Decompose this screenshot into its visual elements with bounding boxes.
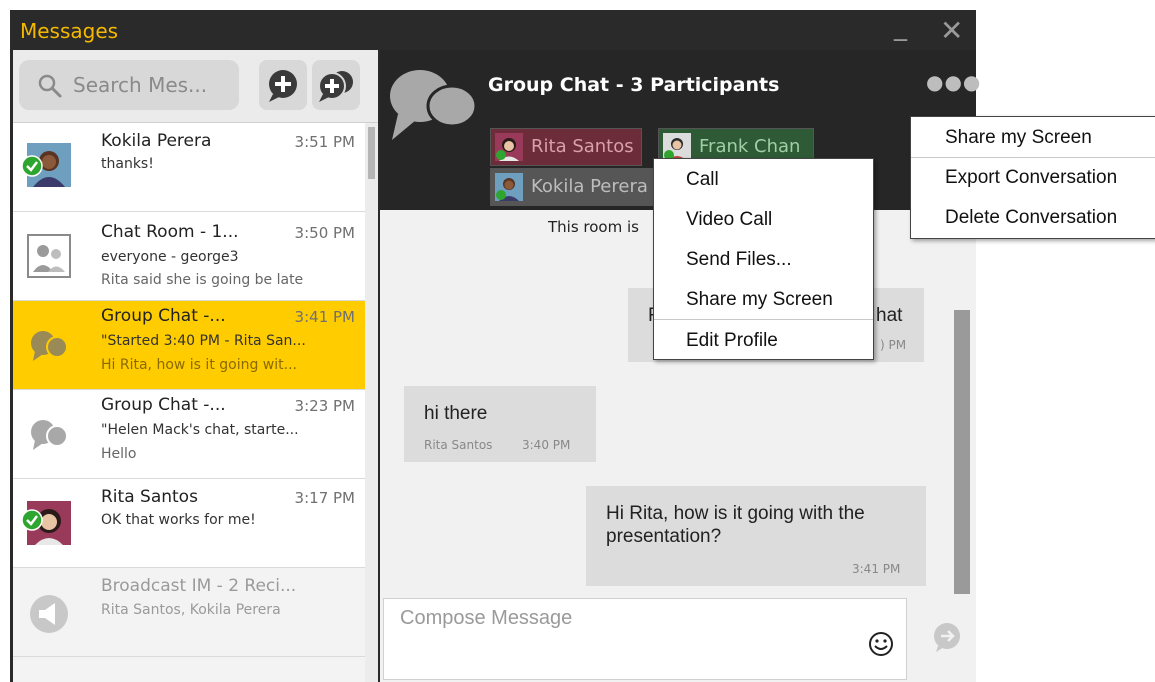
conversation-preview: "Helen Mack's chat, starte... — [101, 422, 299, 438]
conversation-last-message: Rita said she is going be late — [101, 272, 304, 288]
check-status-icon — [21, 509, 43, 531]
avatar — [495, 173, 523, 201]
plus-circle-icon — [269, 70, 297, 102]
message-text: hi there — [424, 403, 488, 424]
conversation-preview: "Started 3:40 PM - Rita San... — [101, 333, 306, 349]
menu-item-video-call[interactable]: Video Call — [686, 209, 772, 231]
message-bubble: Hi Rita, how is it going with the presen… — [586, 486, 926, 586]
message-bubble: hi there Rita Santos 3:40 PM — [404, 386, 596, 462]
menu-separator — [654, 319, 873, 320]
title-bar: Messages _ ✕ — [10, 10, 976, 50]
conversation-name: Rita Santos — [101, 487, 198, 507]
people-icon — [27, 234, 71, 278]
new-group-chat-button[interactable] — [312, 60, 360, 110]
participant-name: Frank Chan — [699, 136, 801, 157]
list-item[interactable]: Rita Santos 3:17 PM OK that works for me… — [13, 479, 365, 568]
close-icon[interactable]: ✕ — [940, 14, 963, 47]
participant-context-menu: Call Video Call Send Files... Share my S… — [653, 158, 874, 360]
conversation-last-message: Hello — [101, 446, 137, 462]
conversation-time: 3:17 PM — [294, 489, 355, 507]
message-time: 3:40 PM — [522, 438, 571, 452]
message-time: 3:41 PM — [852, 562, 901, 576]
menu-separator — [911, 157, 1155, 158]
window-title: Messages — [20, 19, 119, 43]
menu-item-share-screen[interactable]: Share my Screen — [686, 289, 833, 311]
chat-plus-icon — [318, 71, 353, 102]
room-notice: This room is — [548, 218, 639, 236]
conversation-preview: thanks! — [101, 156, 154, 172]
compose-area: Compose Message — [380, 594, 976, 682]
compose-placeholder: Compose Message — [400, 607, 573, 629]
megaphone-icon — [30, 595, 68, 633]
participant-chip[interactable]: Kokila Perera — [490, 168, 657, 206]
message-text: Hi Rita, how is it going with the presen… — [606, 503, 865, 547]
conversation-time: 3:23 PM — [294, 397, 355, 415]
menu-item-edit-profile[interactable]: Edit Profile — [686, 330, 778, 352]
list-scrollbar-thumb[interactable] — [368, 127, 375, 179]
smiley-icon[interactable] — [868, 631, 894, 657]
list-item[interactable]: Chat Room - 1... 3:50 PM everyone - geor… — [13, 212, 365, 301]
list-scrollbar[interactable] — [365, 123, 378, 682]
minimize-icon[interactable]: _ — [894, 12, 907, 42]
list-item-selected[interactable]: Group Chat -... 3:41 PM "Started 3:40 PM… — [13, 301, 365, 390]
conversation-name: Chat Room - 1... — [101, 222, 239, 242]
conversation-time: 3:50 PM — [294, 224, 355, 242]
avatar — [663, 133, 691, 161]
avatar — [495, 133, 523, 161]
search-row: Search Mes... — [13, 50, 378, 123]
check-status-icon — [21, 155, 43, 177]
chat-bubbles-icon — [390, 70, 478, 140]
menu-item-delete-conversation[interactable]: Delete Conversation — [945, 207, 1117, 229]
menu-item-share-my-screen[interactable]: Share my Screen — [945, 127, 1092, 149]
menu-item-send-files[interactable]: Send Files... — [686, 249, 792, 271]
conversation-time: 3:51 PM — [294, 133, 355, 151]
message-time: ) PM — [880, 338, 907, 352]
menu-item-export-conversation[interactable]: Export Conversation — [945, 167, 1117, 189]
conversation-name: Group Chat -... — [101, 395, 226, 415]
participant-chip[interactable]: Rita Santos — [490, 128, 642, 166]
send-icon[interactable] — [930, 620, 964, 654]
conversation-name: Kokila Perera — [101, 131, 212, 151]
conversation-list: Kokila Perera 3:51 PM thanks! Chat Room … — [13, 123, 378, 682]
list-item[interactable]: Kokila Perera 3:51 PM thanks! — [13, 123, 365, 212]
conversation-last-message: Hi Rita, how is it going wit... — [101, 357, 297, 373]
search-input[interactable]: Search Mes... — [19, 60, 239, 110]
conversation-time: 3:41 PM — [294, 308, 355, 326]
list-item[interactable]: Group Chat -... 3:23 PM "Helen Mack's ch… — [13, 390, 365, 479]
message-text-end: hat — [876, 305, 903, 326]
participant-name: Rita Santos — [531, 136, 634, 157]
search-placeholder: Search Mes... — [73, 73, 208, 97]
chat-scrollbar[interactable] — [954, 310, 970, 596]
new-conversation-button[interactable] — [259, 60, 307, 110]
conversation-name: Broadcast IM - 2 Reci... — [101, 576, 297, 596]
chat-bubbles-icon — [31, 331, 68, 361]
more-options-menu: Share my Screen Export Conversation Dele… — [910, 116, 1155, 239]
list-item[interactable]: Broadcast IM - 2 Reci... Rita Santos, Ko… — [13, 568, 365, 657]
ellipsis-icon[interactable]: ●●● — [926, 70, 981, 94]
conversation-pane: Search Mes... Kokila Perera 3:51 PM than… — [13, 50, 378, 682]
conversation-preview: everyone - george3 — [101, 249, 239, 265]
menu-item-call[interactable]: Call — [686, 169, 719, 191]
conversation-name: Group Chat -... — [101, 306, 226, 326]
conversation-preview: Rita Santos, Kokila Perera — [101, 602, 281, 618]
message-sender: Rita Santos — [424, 438, 493, 452]
conversation-preview: OK that works for me! — [101, 512, 256, 528]
chat-title: Group Chat - 3 Participants — [488, 74, 780, 96]
participant-name: Kokila Perera — [531, 176, 648, 197]
compose-input[interactable]: Compose Message — [383, 598, 907, 680]
search-icon — [38, 74, 62, 98]
chat-bubbles-icon — [31, 420, 68, 450]
